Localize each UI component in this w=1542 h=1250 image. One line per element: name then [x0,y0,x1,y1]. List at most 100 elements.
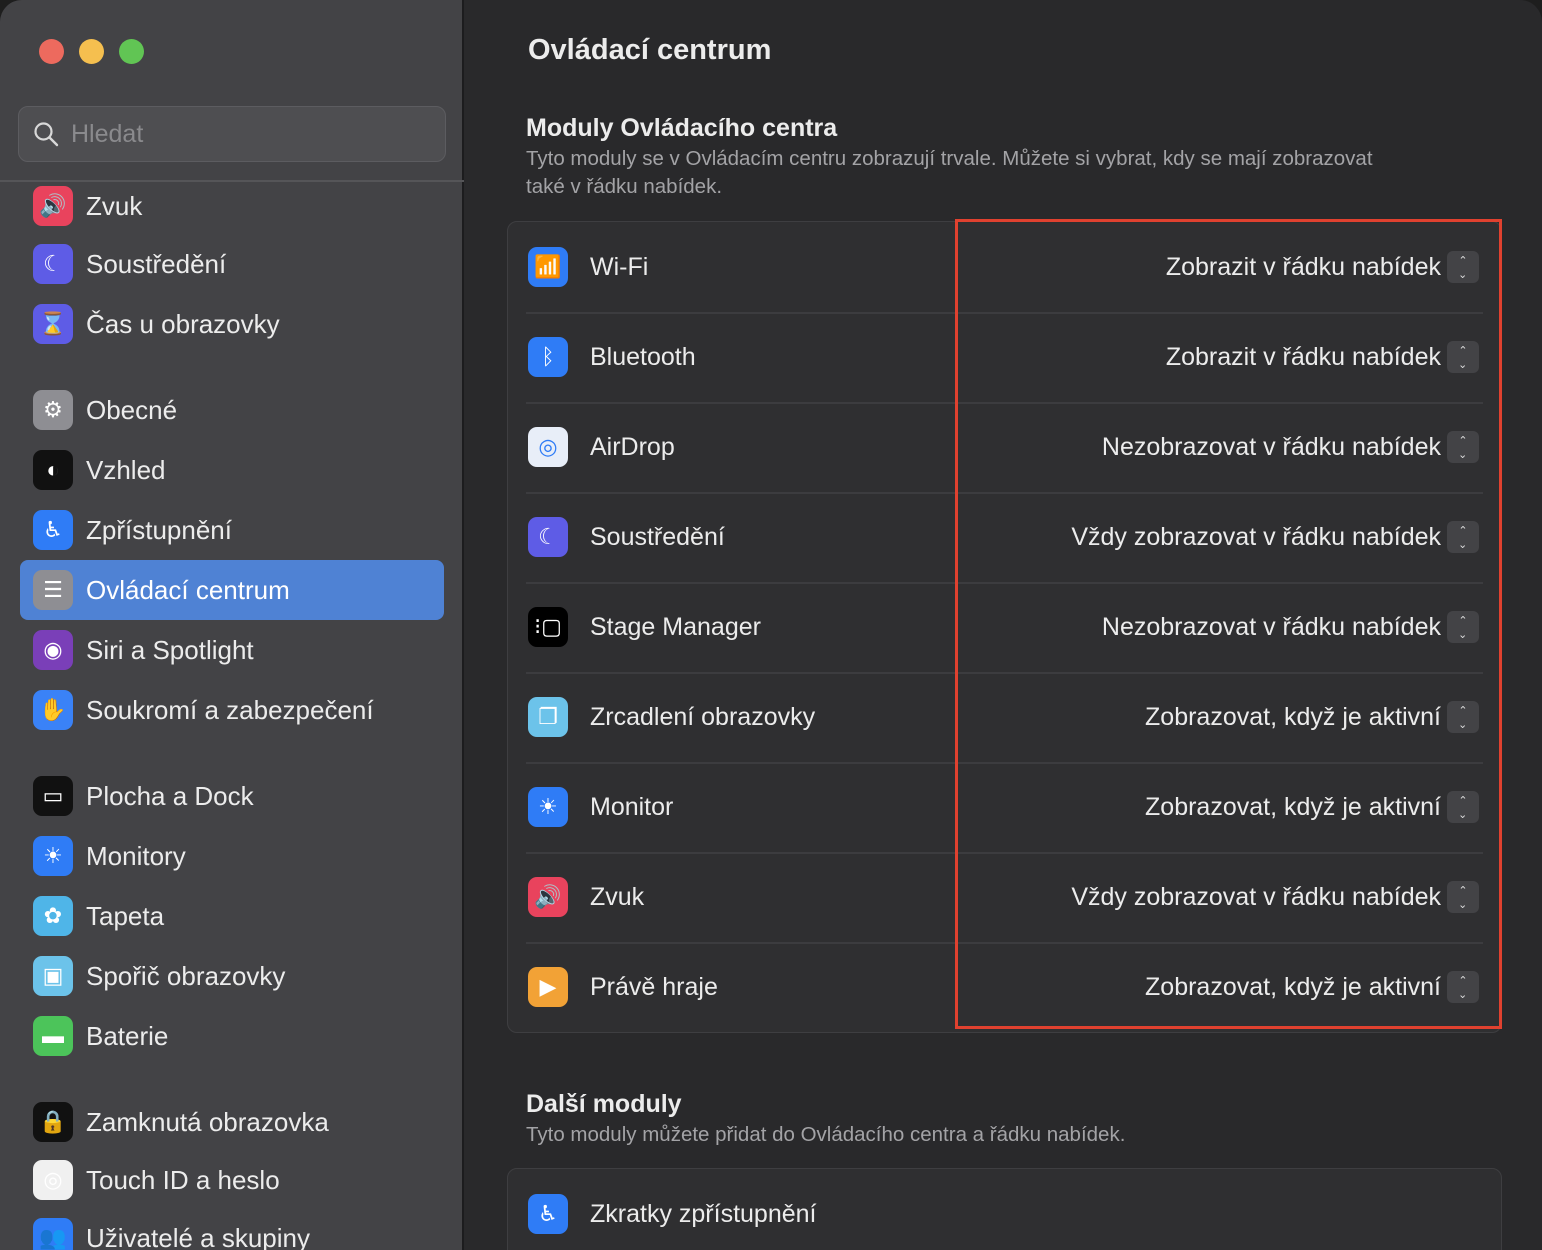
speaker-icon: 🔊 [33,186,73,226]
popup-value: Nezobrazovat v řádku nabídek [1102,613,1441,642]
sidebar-item-label: Čas u obrazovky [86,309,280,340]
sidebar-item-4[interactable]: ◐ Vzhled [20,440,444,500]
sidebar-item-label: Soukromí a zabezpečení [86,695,374,726]
lock-icon: 🔒 [33,1102,73,1142]
sidebar-item-3[interactable]: ⚙Obecné [20,380,444,440]
sidebar-item-0[interactable]: 🔊Zvuk [20,176,444,236]
chevron-up-down-icon: ⌃⌃ [1447,431,1479,463]
sidebar-item-label: Ovládací centrum [86,575,290,606]
sidebar-item-7[interactable]: ◉Siri a Spotlight [20,620,444,680]
users-icon: 👥 [33,1218,73,1250]
module-row: ⁝▢ Stage Manager Nezobrazovat v řádku nabí… [508,582,1501,672]
sidebar-item-label: Spořič obrazovky [86,961,285,992]
module-label: Monitor [590,793,673,822]
chevron-up-down-icon: ⌃⌃ [1447,341,1479,373]
page-title: Ovládací centrum [528,34,771,67]
sidebar-item-label: Zamknutá obrazovka [86,1107,329,1138]
module-label: Wi-Fi [590,253,648,282]
wifi-icon: 📶 [528,247,568,287]
module-row: ▶ Právě hraje Zobrazovat, když je aktivní⌃… [508,942,1501,1032]
module-label: AirDrop [590,433,675,462]
module-label: Bluetooth [590,343,696,372]
section-description-other: Tyto moduly můžete přidat do Ovládacího … [526,1121,1406,1149]
sidebar-item-label: Tapeta [86,901,164,932]
sidebar-item-2[interactable]: ⌛ Čas u obrazovky [20,294,444,354]
popup-value: Zobrazovat, když je aktivní [1145,793,1441,822]
play-icon: ▶ [528,967,568,1007]
popup-value: Zobrazovat, když je aktivní [1145,973,1441,1002]
sidebar-item-8[interactable]: ✋ Soukromí a zabezpečení [20,680,444,740]
sidebar-item-14[interactable]: 🔒 Zamknutá obrazovka [20,1092,444,1152]
fingerprint-icon: ◎ [33,1160,73,1200]
chevron-up-down-icon: ⌃⌃ [1447,971,1479,1003]
module-row: ◎ AirDrop Nezobrazovat v řádku nabídek⌃⌃ [508,402,1501,492]
sidebar-item-label: Touch ID a heslo [86,1165,280,1196]
sidebar-item-label: Baterie [86,1021,168,1052]
sidebar-item-label: Plocha a Dock [86,781,254,812]
chevron-up-down-icon: ⌃⌃ [1447,251,1479,283]
other-modules-list: ♿ Zkratky zpřístupnění [507,1168,1502,1250]
module-label: Právě hraje [590,973,718,1002]
sidebar-item-10[interactable]: ☀Monitory [20,826,444,886]
sun-icon: ☀ [528,787,568,827]
sidebar-item-13[interactable]: ▬ Baterie [20,1006,444,1066]
accessibility-icon: ♿ [33,510,73,550]
airdrop-icon: ◎ [528,427,568,467]
menu-bar-visibility-popup[interactable]: Zobrazovat, když je aktivní⌃⌃ [1145,971,1479,1003]
hourglass-icon: ⌛ [33,304,73,344]
module-row: ☾ Soustředění Vždy zobrazovat v řádku nabí… [508,492,1501,582]
menu-bar-visibility-popup[interactable]: Nezobrazovat v řádku nabídek⌃⌃ [1102,611,1479,643]
moon-icon: ☾ [528,517,568,557]
module-label: Zrcadlení obrazovky [590,703,815,732]
sidebar-item-label: Siri a Spotlight [86,635,254,666]
module-label: Zkratky zpřístupnění [590,1200,816,1229]
sidebar-item-11[interactable]: ✿ Tapeta [20,886,444,946]
module-label: Stage Manager [590,613,761,642]
module-row: 📶 Wi-Fi Zobrazit v řádku nabídek⌃⌃ [508,222,1501,312]
menu-bar-visibility-popup[interactable]: Zobrazit v řádku nabídek⌃⌃ [1166,251,1479,283]
chevron-up-down-icon: ⌃⌃ [1447,521,1479,553]
module-row: ᛒBluetoothZobrazit v řádku nabídek⌃⌃ [508,312,1501,402]
sidebar-item-5[interactable]: ♿ Zpřístupnění [20,500,444,560]
modules-list: 📶Wi-FiZobrazit v řádku nabídek⌃⌃ᛒBluetoo… [507,221,1502,1033]
zoom-button[interactable] [119,39,144,64]
module-label: Soustředění [590,523,725,552]
chevron-up-down-icon: ⌃⌃ [1447,791,1479,823]
menu-bar-visibility-popup[interactable]: Zobrazit v řádku nabídek⌃⌃ [1166,341,1479,373]
menu-bar-visibility-popup[interactable]: Vždy zobrazovat v řádku nabídek⌃⌃ [1071,881,1479,913]
menu-bar-visibility-popup[interactable]: Zobrazovat, když je aktivní⌃⌃ [1145,701,1479,733]
menu-bar-visibility-popup[interactable]: Zobrazovat, když je aktivní⌃⌃ [1145,791,1479,823]
flower-icon: ✿ [33,896,73,936]
appearance-icon: ◐ [33,450,73,490]
popup-value: Vždy zobrazovat v řádku nabídek [1071,883,1441,912]
sidebar-item-16[interactable]: 👥Uživatelé a skupiny [20,1208,444,1250]
search-input[interactable] [71,120,411,149]
sidebar-item-12[interactable]: ▣ Spořič obrazovky [20,946,444,1006]
menu-bar-visibility-popup[interactable]: Nezobrazovat v řádku nabídek⌃⌃ [1102,431,1479,463]
module-row: ♿ Zkratky zpřístupnění [508,1169,1501,1250]
search-field[interactable] [18,106,446,162]
screensaver-icon: ▣ [33,956,73,996]
popup-value: Zobrazit v řádku nabídek [1166,343,1441,372]
battery-icon: ▬ [33,1016,73,1056]
speaker-icon: 🔊 [528,877,568,917]
chevron-up-down-icon: ⌃⌃ [1447,881,1479,913]
popup-value: Nezobrazovat v řádku nabídek [1102,433,1441,462]
dock-icon: ▭ [33,776,73,816]
module-row: ❐Zrcadlení obrazovkyZobrazovat, když je … [508,672,1501,762]
sidebar-item-label: Vzhled [86,455,166,486]
module-row: 🔊 Zvuk Vždy zobrazovat v řádku nabídek⌃⌃ [508,852,1501,942]
sidebar-item-1[interactable]: ☾Soustředění [20,234,444,294]
accessibility-icon: ♿ [528,1194,568,1234]
sidebar-item-6[interactable]: ☰Ovládací centrum [20,560,444,620]
popup-value: Zobrazit v řádku nabídek [1166,253,1441,282]
sidebar-item-9[interactable]: ▭ Plocha a Dock [20,766,444,826]
sidebar-item-15[interactable]: ◎ Touch ID a heslo [20,1150,444,1210]
hand-icon: ✋ [33,690,73,730]
module-label: Zvuk [590,883,644,912]
close-button[interactable] [39,39,64,64]
menu-bar-visibility-popup[interactable]: Vždy zobrazovat v řádku nabídek⌃⌃ [1071,521,1479,553]
minimize-button[interactable] [79,39,104,64]
stage-manager-icon: ⁝▢ [528,607,568,647]
sidebar-item-label: Zpřístupnění [86,515,232,546]
